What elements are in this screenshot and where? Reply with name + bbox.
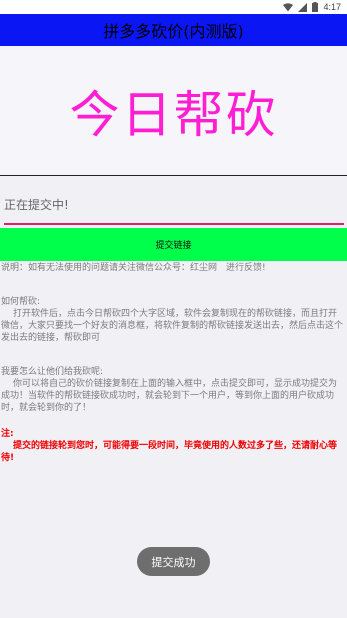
toast-message: 提交成功	[137, 547, 210, 576]
today-help-area[interactable]: 今日帮砍	[0, 46, 347, 176]
app-title: 拼多多砍价(内测版)	[103, 22, 244, 41]
submit-link-button[interactable]: 提交链接	[0, 228, 347, 261]
wifi-icon	[283, 2, 294, 12]
how-help-body: 打开软件后，点击今日帮砍四个大字区域，软件会复制现在的帮砍链接，而且打开微信，大…	[1, 309, 344, 343]
signal-icon	[298, 2, 308, 12]
warning-heading: 注:	[1, 429, 14, 439]
how-help-heading: 如何帮砍:	[1, 297, 41, 307]
battery-icon	[312, 2, 319, 12]
link-input[interactable]	[4, 185, 344, 223]
others-help-heading: 我要怎么让他们给我砍呢:	[1, 367, 104, 377]
status-time: 4:17	[323, 2, 341, 12]
today-help-title[interactable]: 今日帮砍	[70, 75, 278, 147]
warning-body: 提交的链接轮到您时，可能得要一段时间，毕竟使用的人数过多了些，还请耐心等待!	[1, 441, 338, 463]
status-bar: 4:17	[0, 0, 347, 14]
note-text: 说明：如有无法使用的问题请关注微信公众号：红尘网 进行反馈!	[1, 263, 266, 273]
link-input-wrapper	[4, 185, 344, 225]
app-title-bar: 拼多多砍价(内测版)	[0, 14, 347, 46]
others-help-body: 你可以将自己的砍价链接复制在上面的输入框中，点击提交即可，显示成功提交为成功！当…	[1, 379, 338, 413]
